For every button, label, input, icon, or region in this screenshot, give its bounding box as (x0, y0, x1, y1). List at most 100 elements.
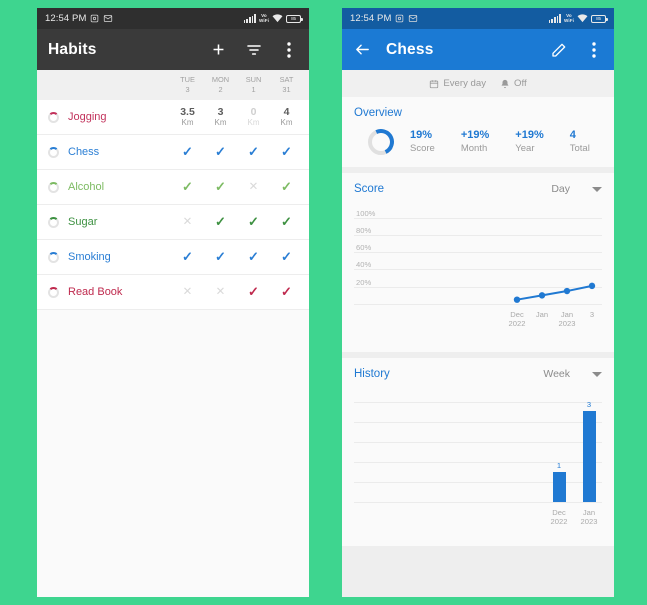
habit-progress-ring (48, 146, 59, 158)
vowifi-icon: Vo WiFi (258, 12, 269, 23)
habit-cell[interactable]: ✓ (237, 144, 270, 160)
status-bar-time: 12:54 PM (45, 13, 87, 24)
habit-cell[interactable]: ✓ (171, 249, 204, 265)
habit-cell[interactable]: ✓ (270, 249, 303, 265)
habit-progress-ring (48, 286, 59, 298)
habit-cell[interactable]: ✓ (270, 144, 303, 160)
overview-stats: 19% Score +19% Month +19% Year 4 Total (410, 128, 590, 155)
habit-cells: ✓ ✓ ✕ ✓ (171, 179, 303, 195)
history-card: History Week 1 Dec 2022 3 Jan 2023 (342, 358, 614, 546)
habit-cell[interactable]: ✕ (171, 214, 204, 230)
habit-name: Alcohol (68, 181, 105, 193)
reminder-chip[interactable]: Off (500, 78, 527, 89)
gridline (354, 422, 602, 423)
signal-bars-icon (548, 14, 561, 23)
table-row[interactable]: Jogging 3.5 Km 3 Km 0 Km 4 Km (37, 100, 309, 135)
more-vertical-icon[interactable] (584, 40, 603, 59)
battery-icon: 85 (591, 14, 608, 23)
arrow-back-icon[interactable] (353, 40, 372, 59)
habit-cell[interactable]: ✓ (204, 249, 237, 265)
habit-cell[interactable]: ✓ (171, 179, 204, 195)
habit-cell[interactable]: 3.5 Km (171, 106, 204, 128)
more-vertical-icon[interactable] (279, 40, 298, 59)
filter-icon[interactable] (244, 40, 263, 59)
history-range-value: Week (543, 368, 570, 380)
chevron-down-icon (592, 186, 602, 192)
habit-cell[interactable]: ✓ (237, 284, 270, 300)
habit-name: Jogging (68, 111, 107, 123)
schedule-chip[interactable]: Every day (429, 78, 486, 89)
page-title: Habits (48, 40, 97, 58)
habit-cell[interactable]: ✓ (270, 284, 303, 300)
habit-name: Read Book (68, 286, 123, 298)
table-row[interactable]: Smoking ✓ ✓ ✓ ✓ (37, 240, 309, 275)
table-row[interactable]: Chess ✓ ✓ ✓ ✓ (37, 135, 309, 170)
history-bar-chart: 1 Dec 2022 3 Jan 2023 (354, 388, 602, 528)
date-column-header: TUE 3 MON 2 SUN 1 SAT 31 (37, 70, 309, 100)
history-range-select[interactable]: Week (543, 368, 602, 380)
phone-screenshot-habits-list: 12:54 PM Vo WiFi 85 Habits TUE 3 MON 2 S… (37, 8, 309, 597)
habit-cells: ✓ ✓ ✓ ✓ (171, 144, 303, 160)
habit-cell[interactable]: ✕ (171, 284, 204, 300)
habit-cells: ✕ ✕ ✓ ✓ (171, 284, 303, 300)
habit-cells: ✕ ✓ ✓ ✓ (171, 214, 303, 230)
x-axis-tick: Jan 2023 (580, 508, 598, 526)
battery-icon: 85 (286, 14, 303, 23)
habit-cell[interactable]: ✓ (204, 144, 237, 160)
score-title: Score (354, 183, 385, 195)
bar-value-label: 1 (556, 460, 562, 470)
habit-cell[interactable]: ✓ (204, 214, 237, 230)
chevron-down-icon (592, 371, 602, 377)
gridline (354, 442, 602, 443)
screenshot-icon (90, 14, 99, 23)
table-row[interactable]: Read Book ✕ ✕ ✓ ✓ (37, 275, 309, 310)
stat-year: +19% Year (515, 129, 544, 154)
plus-icon[interactable] (209, 40, 228, 59)
habit-cell[interactable]: ✓ (237, 214, 270, 230)
x-axis-tick: 3 (589, 310, 595, 319)
score-card: Score Day 100% 80% 60% 40% 20% Dec 2022 Jan Jan 2… (342, 173, 614, 352)
date-column: SAT 31 (279, 75, 294, 94)
bar (583, 411, 596, 502)
toolbar-habit-detail: Chess (342, 29, 614, 70)
habit-cells: ✓ ✓ ✓ ✓ (171, 249, 303, 265)
table-row[interactable]: Alcohol ✓ ✓ ✕ ✓ (37, 170, 309, 205)
habit-cell[interactable]: ✓ (171, 144, 204, 160)
habit-cell[interactable]: ✓ (270, 179, 303, 195)
wifi-icon (272, 14, 283, 23)
habit-cell[interactable]: 3 Km (204, 106, 237, 128)
date-column: MON 2 (211, 75, 230, 94)
habit-progress-ring (48, 181, 59, 193)
habit-cell[interactable]: ✓ (204, 179, 237, 195)
score-range-select[interactable]: Day (551, 183, 602, 195)
stat-month: +19% Month (460, 129, 490, 154)
reminder-label: Off (514, 78, 527, 89)
schedule-label: Every day (443, 78, 487, 89)
stat-score: 19% Score (410, 129, 435, 154)
stat-total: 4 Total (569, 129, 590, 154)
habit-name: Sugar (68, 216, 98, 228)
habit-cell[interactable]: ✓ (237, 249, 270, 265)
habit-detail-body: Every day Off Overview 19% Score +19% Mo… (342, 70, 614, 597)
pencil-icon[interactable] (549, 40, 568, 59)
habit-cell[interactable]: 0 Km (237, 106, 270, 128)
gridline (354, 502, 602, 503)
status-bar-left: 12:54 PM Vo WiFi 85 (37, 8, 309, 29)
message-icon (408, 14, 418, 23)
habit-cell[interactable]: ✓ (270, 214, 303, 230)
habits-list-body: TUE 3 MON 2 SUN 1 SAT 31 Jogging 3.5 Km 3 Km… (37, 70, 309, 597)
message-icon (103, 14, 113, 23)
bell-icon (501, 79, 509, 88)
bar-value-label: 3 (586, 400, 592, 410)
table-row[interactable]: Sugar ✕ ✓ ✓ ✓ (37, 205, 309, 240)
habit-name: Smoking (68, 251, 111, 263)
habit-cell[interactable]: ✕ (204, 284, 237, 300)
habit-cell[interactable]: ✕ (237, 179, 270, 195)
calendar-icon (430, 79, 439, 88)
habit-cell[interactable]: 4 Km (270, 106, 303, 128)
frequency-bar: Every day Off (342, 70, 614, 97)
score-line-chart: 100% 80% 60% 40% 20% Dec 2022 Jan Jan 2023 3 (354, 203, 602, 340)
screenshot-icon (395, 14, 404, 23)
habit-name: Chess (68, 146, 100, 158)
gridline (354, 402, 602, 403)
